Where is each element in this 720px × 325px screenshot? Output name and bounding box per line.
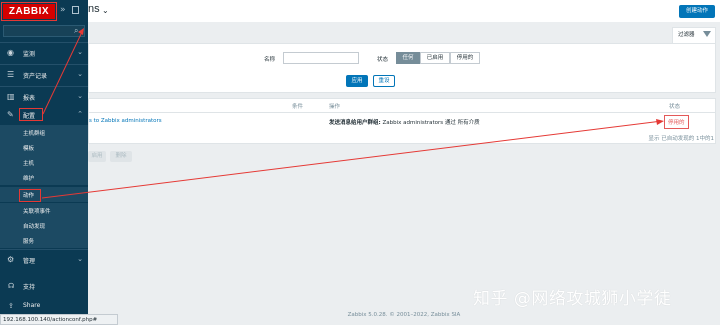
annotation-arrow	[42, 31, 83, 115]
annotation-arrow	[41, 120, 663, 199]
annotation-arrows	[41, 28, 664, 199]
arrow-head	[656, 119, 664, 125]
